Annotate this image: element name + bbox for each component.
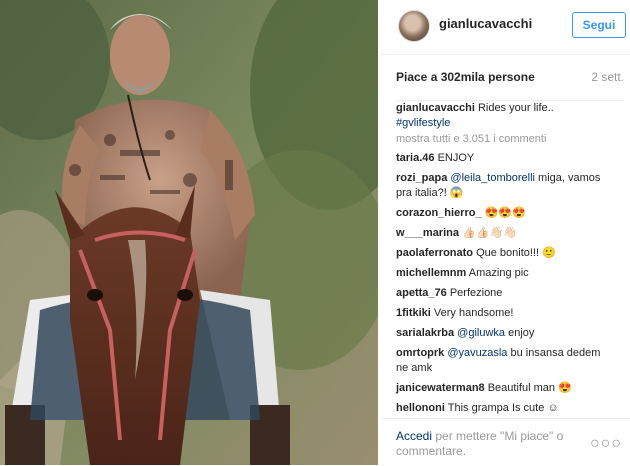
comment-text: pra italia?! 😱 [396, 187, 464, 199]
comment-row: corazon_hierro_ 😍😍😍 [396, 206, 624, 221]
comment-row: hellononi This grampa Is cute ☺ [396, 401, 624, 416]
ellipsis-icon[interactable]: ○○○ [590, 435, 622, 453]
comment-username[interactable]: sarialakrba [396, 327, 454, 339]
comment-row: paolaferronato Que bonito!!! 🙂 [396, 246, 624, 261]
comment-row: taria.46 ENJOY [396, 151, 624, 166]
comment-mention[interactable]: @yavuzasla [447, 347, 507, 359]
comment-text: Que bonito!!! 🙂 [476, 247, 556, 259]
author-username[interactable]: gianlucavacchi [439, 16, 532, 31]
comment-text: bu insansa dedem [507, 347, 601, 359]
comment-username[interactable]: apetta_76 [396, 287, 447, 299]
comment-row: michellemnm Amazing pic [396, 266, 624, 281]
hashtag-link[interactable]: #gvlifestyle [396, 117, 450, 129]
likes-count[interactable]: Piace a 302mila persone [396, 70, 535, 84]
post-header: gianlucavacchi Segui [382, 0, 630, 55]
comment-text: Amazing pic [468, 267, 529, 279]
post-side-panel: gianlucavacchi Segui Piace a 302mila per… [382, 0, 630, 465]
caption-text: Rides your life.. [477, 102, 554, 114]
comment-row: 1fitkiki Very handsome! [396, 306, 624, 321]
comment-text: enjoy [505, 327, 535, 339]
post-photo[interactable] [0, 0, 378, 465]
caption-hashtag-line: #gvlifestyle [396, 116, 624, 131]
post-footer: Accedi per mettere "Mi piace" o commenta… [382, 418, 630, 466]
comment-username[interactable]: michellemnm [396, 267, 466, 279]
comment-row: w___marina 👍🏻👍🏻👋🏻👋🏻 [396, 226, 624, 241]
comment-text: ne amk [396, 362, 433, 374]
instagram-post: gianlucavacchi Segui Piace a 302mila per… [0, 0, 630, 465]
comment-username[interactable]: paolaferronato [396, 247, 473, 259]
comment-text: miga, vamos [534, 172, 601, 184]
comment-list: taria.46 ENJOY rozi_papa @leila_tomborell… [396, 151, 624, 416]
comment-text: Perfezione [449, 287, 503, 299]
post-timestamp[interactable]: 2 sett. [591, 70, 624, 84]
comments-section: gianlucavacchi Rides your life.. #gvlife… [396, 101, 624, 421]
follow-button[interactable]: Segui [572, 12, 626, 38]
comment-text: Very handsome! [433, 307, 514, 319]
comment-username[interactable]: corazon_hierro_ [396, 207, 482, 219]
comment-mention[interactable]: @giluwka [457, 327, 505, 339]
comment-row: rozi_papa @leila_tomborelli miga, vamos [396, 171, 624, 186]
comment-row: omrtoprk @yavuzasla bu insansa dedem [396, 346, 624, 361]
likes-row: Piace a 302mila persone 2 sett. [396, 70, 624, 101]
comment-username[interactable]: omrtoprk [396, 347, 444, 359]
show-all-comments-link[interactable]: mostra tutti e 3.051 i commenti [396, 133, 624, 145]
comment-username[interactable]: janicewaterman8 [396, 382, 485, 394]
comment-row: apetta_76 Perfezione [396, 286, 624, 301]
avatar[interactable] [398, 10, 430, 42]
comment-username[interactable]: taria.46 [396, 152, 435, 164]
login-prompt: Accedi per mettere "Mi piace" o commenta… [396, 429, 586, 459]
comment-mention[interactable]: @leila_tomborelli [450, 172, 535, 184]
login-link[interactable]: Accedi [396, 429, 432, 443]
caption-username[interactable]: gianlucavacchi [396, 102, 475, 114]
comment-row: pra italia?! 😱 [396, 186, 624, 201]
caption: gianlucavacchi Rides your life.. [396, 101, 624, 116]
comment-username[interactable]: hellononi [396, 402, 445, 414]
comment-text: This grampa Is cute ☺ [447, 402, 559, 414]
comment-row: ne amk [396, 361, 624, 376]
comment-row: janicewaterman8 Beautiful man 😍 [396, 381, 624, 396]
comment-text: Beautiful man 😍 [487, 382, 572, 394]
comment-username[interactable]: rozi_papa [396, 172, 447, 184]
comment-username[interactable]: w___marina [396, 227, 459, 239]
comment-username[interactable]: 1fitkiki [396, 307, 431, 319]
comment-text: ENJOY [437, 152, 475, 164]
comment-row: sarialakrba @giluwka enjoy [396, 326, 624, 341]
photo-illustration [0, 0, 378, 465]
comment-text: 😍😍😍 [484, 207, 526, 219]
comment-text: 👍🏻👍🏻👋🏻👋🏻 [462, 227, 517, 239]
